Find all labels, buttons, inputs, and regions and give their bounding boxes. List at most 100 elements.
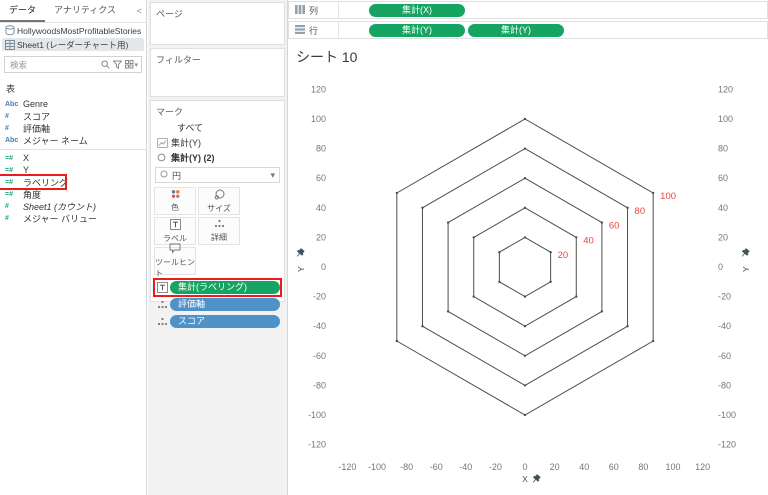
text-field-icon: Abc (5, 137, 23, 144)
field-divider (0, 149, 146, 150)
svg-text:-20: -20 (313, 292, 326, 302)
worksheet-area: 列 集計(X) 行 集計(Y)集計(Y) シート 10 120100806040… (288, 0, 768, 495)
columns-shelf-label: 列 (309, 4, 318, 17)
mark-button-detail[interactable]: 詳細 (198, 217, 240, 245)
mark-button-size[interactable]: サイズ (198, 187, 240, 215)
axis-pin-icon[interactable] (531, 474, 541, 484)
mark-layer[interactable]: 集計(Y) (2) (151, 150, 284, 165)
svg-text:-120: -120 (338, 462, 356, 472)
mark-type-dropdown[interactable]: 円 ▾ (155, 167, 280, 183)
pill[interactable]: 集計(ラベリング) (170, 281, 280, 294)
mark-button-color[interactable]: 色 (154, 187, 196, 215)
search-icon[interactable] (101, 60, 110, 69)
svg-text:60: 60 (718, 173, 728, 183)
shelf-pill[interactable]: 集計(Y) (369, 24, 465, 37)
field-label: メジャー ネーム (23, 134, 88, 147)
number-icon: # (5, 215, 23, 222)
size-icon (214, 189, 225, 202)
field-list: AbcGenre#スコア#評価軸Abcメジャー ネーム=#X=#Y=#ラベリング… (0, 98, 146, 224)
color-icon (170, 189, 181, 201)
svg-text:X: X (522, 474, 528, 484)
svg-text:-120: -120 (718, 440, 736, 450)
mark-layer[interactable]: 集計(Y) (151, 135, 284, 150)
svg-text:80: 80 (638, 462, 648, 472)
field-label: Genre (23, 99, 48, 109)
field-item-角度[interactable]: =#角度 (0, 188, 146, 200)
mark-button-label[interactable]: ラベル (154, 217, 196, 245)
shelf-pill[interactable]: 集計(Y) (468, 24, 564, 37)
marks-pill-row: 評価軸 (155, 297, 280, 312)
pill[interactable]: スコア (170, 315, 280, 328)
filters-label: フィルター (151, 49, 284, 68)
svg-text:-120: -120 (308, 440, 326, 450)
axis-pin-icon[interactable] (740, 248, 750, 258)
field-item-Genre[interactable]: AbcGenre (0, 98, 146, 110)
svg-text:40: 40 (718, 203, 728, 213)
database-icon (5, 25, 17, 36)
marks-pill-shelf: 集計(ラベリング) 評価軸スコア (151, 277, 284, 329)
search-input[interactable] (8, 59, 98, 71)
filters-card[interactable]: フィルター (150, 48, 285, 97)
svg-text:20: 20 (558, 250, 569, 261)
calculated-number-icon: =# (5, 191, 23, 198)
rows-pill-area: 集計(Y)集計(Y) (369, 24, 564, 37)
svg-text:20: 20 (550, 462, 560, 472)
svg-text:-20: -20 (489, 462, 502, 472)
marks-card: マーク すべて集計(Y)集計(Y) (2) 円 ▾ 色サイズラベル詳細ツールヒン… (150, 100, 285, 302)
mark-type-value: 円 (172, 169, 181, 182)
data-source-item[interactable]: Sheet1 (レーダーチャート用) (2, 38, 144, 51)
field-item-メジャー-ネーム[interactable]: Abcメジャー ネーム (0, 134, 146, 146)
rows-shelf-name: 行 (289, 22, 339, 38)
columns-pill-area: 集計(X) (369, 4, 465, 17)
field-search[interactable]: ▾ (4, 56, 142, 73)
pill[interactable]: 評価軸 (170, 298, 280, 311)
field-item-スコア[interactable]: #スコア (0, 110, 146, 122)
svg-text:-60: -60 (313, 351, 326, 361)
columns-shelf[interactable]: 列 集計(X) (288, 1, 768, 19)
svg-text:-60: -60 (430, 462, 443, 472)
svg-text:20: 20 (316, 232, 326, 242)
table-section-header: 表 (0, 77, 146, 98)
axis-pin-icon[interactable] (295, 248, 305, 258)
rows-shelf-label: 行 (309, 24, 318, 37)
calculated-number-icon: =# (5, 155, 23, 162)
data-source-item[interactable]: HollywoodsMostProfitableStories (2, 24, 144, 37)
shelf-pill[interactable]: 集計(X) (369, 4, 465, 17)
svg-text:-60: -60 (718, 351, 731, 361)
svg-text:60: 60 (609, 221, 620, 232)
mark-button-grid: 色サイズラベル詳細ツールヒント (151, 185, 284, 277)
data-pane: データ アナリティクス < HollywoodsMostProfitableSt… (0, 0, 147, 495)
tab-analytics[interactable]: アナリティクス (45, 0, 125, 22)
svg-text:60: 60 (316, 173, 326, 183)
mark-layer[interactable]: すべて (151, 120, 284, 135)
pane-collapse-icon[interactable]: < (133, 0, 146, 22)
view-options-icon[interactable]: ▾ (125, 60, 138, 69)
field-item-メジャー-バリュー[interactable]: #メジャー バリュー (0, 212, 146, 224)
circle-mark-icon (157, 153, 171, 162)
tab-data[interactable]: データ (0, 0, 45, 22)
svg-text:Y: Y (741, 266, 751, 272)
field-item-Y[interactable]: =#Y (0, 164, 146, 176)
label-icon (170, 219, 181, 232)
mark-button-tooltip[interactable]: ツールヒント (154, 247, 196, 275)
filter-funnel-icon[interactable] (113, 60, 122, 69)
svg-text:100: 100 (311, 114, 326, 124)
svg-text:60: 60 (609, 462, 619, 472)
svg-text:40: 40 (579, 462, 589, 472)
tableau-window: データ アナリティクス < HollywoodsMostProfitableSt… (0, 0, 768, 495)
pages-card[interactable]: ページ (150, 2, 285, 45)
number-icon: # (5, 113, 23, 120)
field-item-評価軸[interactable]: #評価軸 (0, 122, 146, 134)
rows-shelf[interactable]: 行 集計(Y)集計(Y) (288, 21, 768, 39)
field-label: X (23, 153, 29, 163)
field-item-ラベリング[interactable]: =#ラベリング (0, 176, 65, 188)
field-item-X[interactable]: =#X (0, 152, 146, 164)
field-item-Sheet1-(カウント)[interactable]: #Sheet1 (カウント) (0, 200, 146, 212)
svg-text:40: 40 (583, 235, 594, 246)
svg-text:-100: -100 (368, 462, 386, 472)
svg-text:0: 0 (522, 462, 527, 472)
svg-text:Y: Y (296, 266, 306, 272)
svg-text:-80: -80 (400, 462, 413, 472)
field-label: メジャー バリュー (23, 212, 97, 225)
circle-mark-icon (160, 170, 168, 180)
